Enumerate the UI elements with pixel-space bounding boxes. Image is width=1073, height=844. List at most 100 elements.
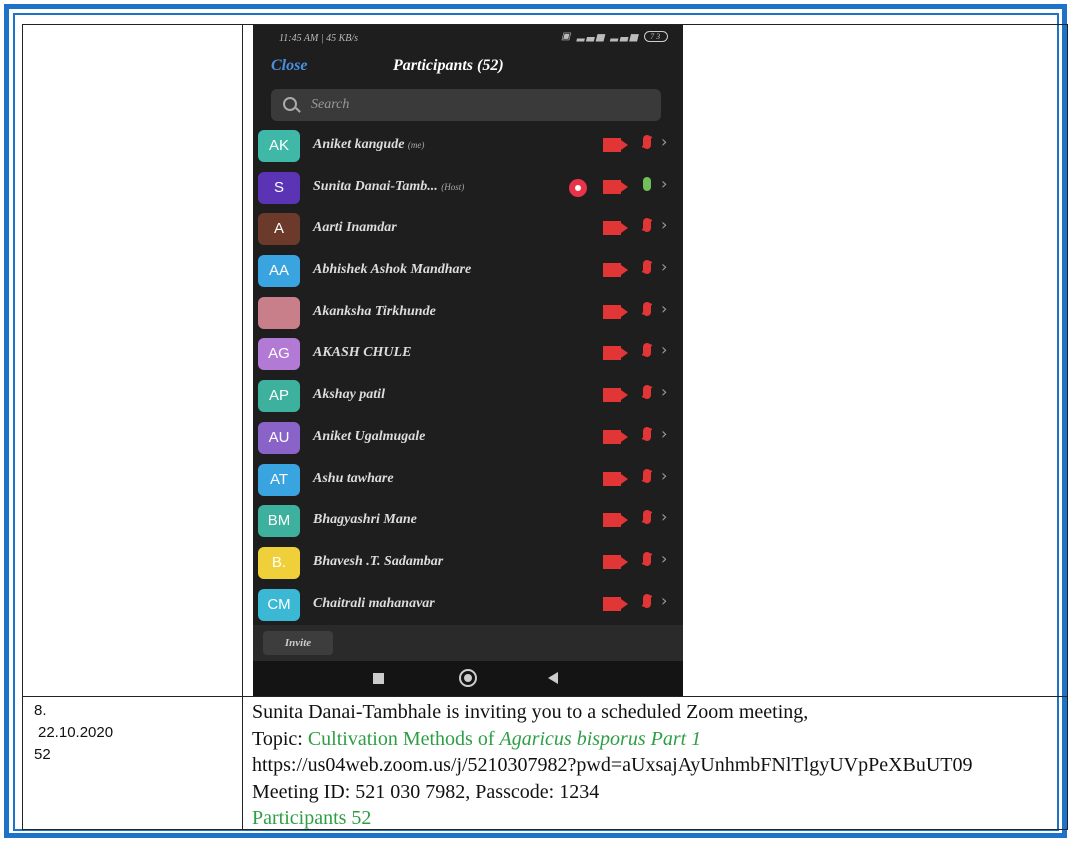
avatar: AT <box>258 463 300 496</box>
mic-muted-icon <box>643 426 651 441</box>
avatar: AU <box>258 421 300 454</box>
participants-title: Participants (52) <box>393 57 504 74</box>
participant-row[interactable]: AT Ashu tawhare › <box>253 459 683 501</box>
search-icon <box>283 97 297 111</box>
chevron-right-icon: › <box>661 132 668 151</box>
mic-muted-icon <box>643 593 651 608</box>
chevron-right-icon: › <box>661 465 668 485</box>
chevron-right-icon: › <box>661 590 668 610</box>
table-column-divider <box>242 24 243 830</box>
participant-row[interactable]: BM Bhagyashri Mane › <box>253 500 683 542</box>
participant-list: AK Aniket kangude (me) › S Sunita Danai-Tamb… <box>253 125 683 625</box>
meeting-id-line: Meeting ID: 521 030 7982, Passcode: 1234 <box>252 780 600 803</box>
chevron-right-icon: › <box>661 257 668 277</box>
avatar: B. <box>258 546 300 579</box>
avatar: S <box>258 171 300 204</box>
recents-icon[interactable] <box>373 673 384 684</box>
video-off-icon <box>603 179 621 194</box>
search-input[interactable]: Search <box>271 89 661 121</box>
mic-muted-icon <box>643 135 651 149</box>
participant-row[interactable]: A Aarti Inamdar › <box>253 208 683 250</box>
home-icon[interactable] <box>459 669 477 687</box>
video-off-icon <box>603 346 621 361</box>
participant-name: Aarti Inamdar <box>313 220 397 236</box>
video-off-icon <box>603 596 621 611</box>
mic-muted-icon <box>643 551 651 566</box>
record-number: 8. <box>34 702 47 719</box>
avatar: AG <box>258 338 300 371</box>
video-off-icon <box>603 471 621 486</box>
participant-name: Abhishek Ashok Mandhare <box>313 262 472 278</box>
topic-text: Cultivation Methods of <box>307 727 500 750</box>
mic-muted-icon <box>643 468 651 483</box>
status-time: 11:45 AM | 45 KB/s <box>279 33 359 44</box>
video-off-icon <box>603 554 621 569</box>
record-icon <box>569 178 587 197</box>
record-date: 22.10.2020 <box>38 724 114 741</box>
search-placeholder: Search <box>311 97 350 112</box>
chevron-right-icon: › <box>661 382 668 402</box>
participant-name: Chaitrali mahanavar <box>313 595 435 611</box>
table-row-divider <box>22 696 1068 697</box>
participant-tag: (Host) <box>441 181 465 192</box>
participant-row[interactable]: AA Abhishek Ashok Mandhare › <box>253 250 683 292</box>
record-count: 52 <box>34 746 51 763</box>
record-details: Sunita Danai-Tambhale is inviting you to… <box>252 699 1066 832</box>
mic-muted-icon <box>643 343 651 358</box>
participant-row[interactable]: CM Chaitrali mahanavar › <box>253 584 683 626</box>
avatar <box>258 296 300 329</box>
video-off-icon <box>603 263 621 278</box>
mic-muted-icon <box>643 260 651 275</box>
meeting-url[interactable]: https://us04web.zoom.us/j/5210307982?pwd… <box>252 752 1066 779</box>
status-bar: 11:45 AM | 45 KB/s ▣ ▂▃▅ ▂▃▅ 73 <box>253 25 683 53</box>
chevron-right-icon: › <box>661 215 668 235</box>
avatar: CM <box>258 588 300 621</box>
video-off-icon <box>603 304 621 319</box>
chevron-right-icon: › <box>661 507 668 527</box>
close-button[interactable]: Close <box>271 57 307 75</box>
chevron-right-icon: › <box>661 548 668 568</box>
chevron-right-icon: › <box>661 298 668 318</box>
participant-name: Aniket kangude (me) <box>313 137 425 152</box>
participant-name: Bhagyashri Mane <box>313 512 417 528</box>
participant-row[interactable]: AG AKASH CHULE › <box>253 333 683 375</box>
participant-name: Ashu tawhare <box>313 470 394 486</box>
signal-icons: ▣ ▂▃▅ ▂▃▅ 73 <box>561 31 669 42</box>
video-off-icon <box>603 513 621 528</box>
participant-name: Aniket Ugalmugale <box>313 428 426 444</box>
mic-muted-icon <box>643 218 651 233</box>
participant-row[interactable]: B. Bhavesh .T. Sadambar › <box>253 542 683 584</box>
avatar: BM <box>258 505 300 538</box>
topic-line: Topic: Cultivation Methods of Agaricus b… <box>252 726 1066 753</box>
battery-icon: 73 <box>644 31 669 42</box>
participant-row[interactable]: AP Akshay patil › <box>253 375 683 417</box>
back-icon[interactable] <box>548 672 558 684</box>
avatar: AA <box>258 255 300 288</box>
participant-name: Akanksha Tirkhunde <box>313 303 436 319</box>
invite-button[interactable]: Invite <box>263 631 333 655</box>
participant-name: Bhavesh .T. Sadambar <box>313 553 444 569</box>
participant-row[interactable]: AK Aniket kangude (me) › <box>253 125 683 167</box>
zoom-screenshot: 11:45 AM | 45 KB/s ▣ ▂▃▅ ▂▃▅ 73 Close Pa… <box>253 25 683 696</box>
avatar: AK <box>258 130 300 162</box>
participant-name: AKASH CHULE <box>313 345 412 361</box>
participant-name: Akshay patil <box>313 387 385 403</box>
participant-row[interactable]: AU Aniket Ugalmugale › <box>253 417 683 459</box>
chevron-right-icon: › <box>661 423 668 443</box>
chevron-right-icon: › <box>661 173 668 193</box>
participant-name: Sunita Danai-Tamb... (Host) <box>313 178 465 194</box>
participant-row[interactable]: S Sunita Danai-Tamb... (Host) › <box>253 167 683 209</box>
topic-species: Agaricus bisporus Part 1 <box>499 727 702 750</box>
chevron-right-icon: › <box>661 340 668 360</box>
video-off-icon <box>603 221 621 236</box>
mic-muted-icon <box>643 301 651 316</box>
mic-muted-icon <box>643 385 651 400</box>
invite-line: Sunita Danai-Tambhale is inviting you to… <box>252 701 809 723</box>
video-off-icon <box>603 388 621 403</box>
record-meta: 8. 22.10.2020 52 <box>34 700 113 766</box>
avatar: AP <box>258 380 300 413</box>
topic-label: Topic: <box>252 727 303 750</box>
mic-on-icon <box>643 176 651 191</box>
participant-row[interactable]: Akanksha Tirkhunde › <box>253 292 683 334</box>
participants-line: Participants 52 <box>252 807 372 829</box>
